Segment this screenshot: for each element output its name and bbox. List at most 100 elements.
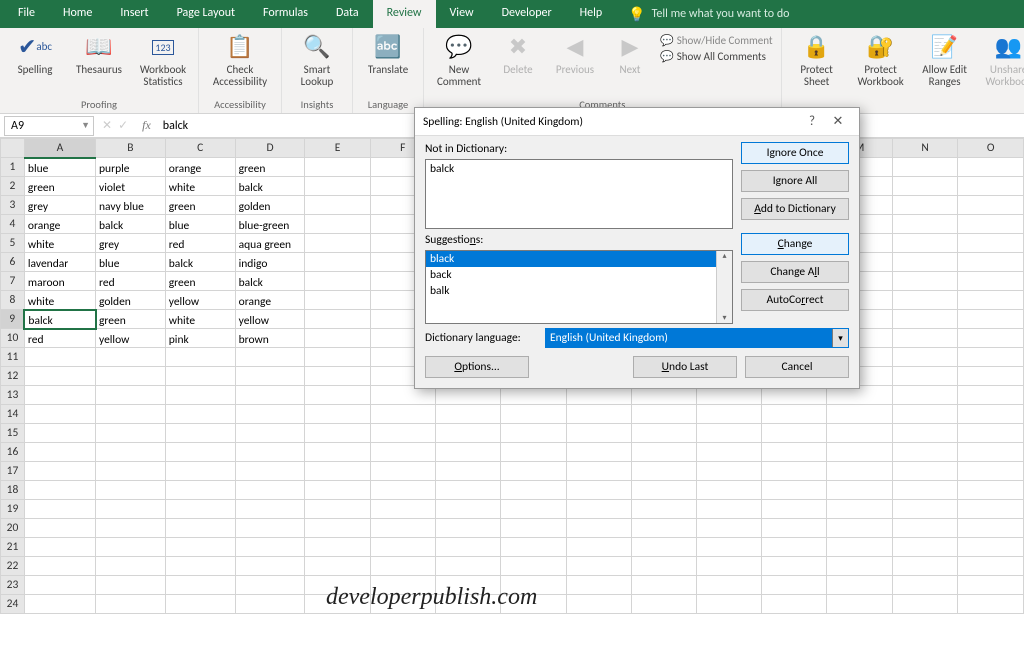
cell[interactable]: balck <box>165 253 235 272</box>
dialog-titlebar[interactable]: Spelling: English (United Kingdom) ? ✕ <box>415 108 859 136</box>
cell[interactable] <box>892 595 958 614</box>
cell[interactable] <box>305 443 370 462</box>
tab-developer[interactable]: Developer <box>488 0 566 28</box>
previous-comment-button[interactable]: ◀Previous <box>550 32 600 76</box>
cell[interactable] <box>761 462 826 481</box>
cell[interactable] <box>305 557 370 576</box>
options-button[interactable]: Options... <box>425 356 529 378</box>
cell[interactable] <box>958 405 1024 424</box>
cell[interactable] <box>24 538 95 557</box>
cell[interactable] <box>958 329 1024 348</box>
cell[interactable] <box>696 519 761 538</box>
cell[interactable] <box>24 519 95 538</box>
cell[interactable] <box>165 500 235 519</box>
cell[interactable] <box>235 386 305 405</box>
cell[interactable] <box>235 367 305 386</box>
cell[interactable] <box>235 462 305 481</box>
fx-button[interactable]: fx <box>134 118 159 133</box>
cell[interactable] <box>696 500 761 519</box>
cell[interactable] <box>892 519 958 538</box>
cell[interactable]: balck <box>24 310 95 329</box>
cell[interactable] <box>892 576 958 595</box>
cell[interactable] <box>165 519 235 538</box>
cell[interactable] <box>892 443 958 462</box>
cell[interactable] <box>370 519 435 538</box>
row-header[interactable]: 7 <box>1 272 25 291</box>
row-header[interactable]: 24 <box>1 595 25 614</box>
cell[interactable]: red <box>24 329 95 348</box>
chevron-down-icon[interactable]: ▼ <box>81 120 93 131</box>
cell[interactable]: green <box>165 272 235 291</box>
cell[interactable] <box>892 158 958 177</box>
cell[interactable] <box>96 348 166 367</box>
cell[interactable] <box>501 462 566 481</box>
cell[interactable] <box>892 405 958 424</box>
cell[interactable] <box>235 557 305 576</box>
cell[interactable] <box>165 576 235 595</box>
cell[interactable] <box>826 538 892 557</box>
cell[interactable] <box>501 424 566 443</box>
cell[interactable] <box>631 538 696 557</box>
cell[interactable] <box>24 348 95 367</box>
cell[interactable] <box>305 329 370 348</box>
cell[interactable]: white <box>24 291 95 310</box>
cell[interactable] <box>566 462 631 481</box>
cell[interactable] <box>696 595 761 614</box>
ignore-all-button[interactable]: Ignore All <box>741 170 849 192</box>
cell[interactable] <box>305 481 370 500</box>
cell[interactable] <box>631 576 696 595</box>
cell[interactable] <box>566 576 631 595</box>
cell[interactable] <box>165 367 235 386</box>
row-header[interactable]: 8 <box>1 291 25 310</box>
cell[interactable]: green <box>96 310 166 329</box>
cell[interactable] <box>566 405 631 424</box>
cell[interactable] <box>96 386 166 405</box>
cell[interactable] <box>958 443 1024 462</box>
suggestion-option[interactable]: balk <box>426 283 732 299</box>
cell[interactable] <box>501 405 566 424</box>
row-header[interactable]: 17 <box>1 462 25 481</box>
cell[interactable] <box>24 386 95 405</box>
cell[interactable] <box>696 424 761 443</box>
cell[interactable] <box>892 234 958 253</box>
row-header[interactable]: 6 <box>1 253 25 272</box>
suggestion-option[interactable]: black <box>426 251 732 267</box>
cell[interactable] <box>96 500 166 519</box>
autocorrect-button[interactable]: AutoCorrect <box>741 289 849 311</box>
cell[interactable] <box>435 500 500 519</box>
cell[interactable] <box>958 234 1024 253</box>
protect-workbook-button[interactable]: 🔐Protect Workbook <box>854 32 908 88</box>
cell[interactable]: brown <box>235 329 305 348</box>
tab-data[interactable]: Data <box>322 0 373 28</box>
cell[interactable]: purple <box>96 158 166 177</box>
chevron-down-icon[interactable]: ▾ <box>832 329 848 347</box>
row-header[interactable]: 9 <box>1 310 25 329</box>
cell[interactable]: red <box>165 234 235 253</box>
cell[interactable] <box>826 595 892 614</box>
unshare-workbook-button[interactable]: 👥Unshare Workbook <box>982 32 1024 88</box>
cell[interactable] <box>305 196 370 215</box>
cell[interactable] <box>305 291 370 310</box>
cell[interactable]: maroon <box>24 272 95 291</box>
cell[interactable] <box>826 424 892 443</box>
cell[interactable] <box>696 538 761 557</box>
cell[interactable] <box>826 462 892 481</box>
cell[interactable] <box>305 253 370 272</box>
column-header[interactable]: C <box>165 139 235 158</box>
cell[interactable]: lavendar <box>24 253 95 272</box>
cell[interactable] <box>761 405 826 424</box>
cell[interactable] <box>235 481 305 500</box>
cell[interactable] <box>96 367 166 386</box>
cell[interactable] <box>96 576 166 595</box>
row-header[interactable]: 2 <box>1 177 25 196</box>
cell[interactable] <box>826 557 892 576</box>
cell[interactable]: white <box>24 234 95 253</box>
cell[interactable] <box>305 386 370 405</box>
cell[interactable] <box>761 481 826 500</box>
scrollbar[interactable]: ▴▾ <box>716 251 732 323</box>
cell[interactable] <box>892 329 958 348</box>
cell[interactable]: golden <box>235 196 305 215</box>
cell[interactable] <box>892 291 958 310</box>
thesaurus-button[interactable]: 📖Thesaurus <box>72 32 126 76</box>
cell[interactable] <box>631 481 696 500</box>
